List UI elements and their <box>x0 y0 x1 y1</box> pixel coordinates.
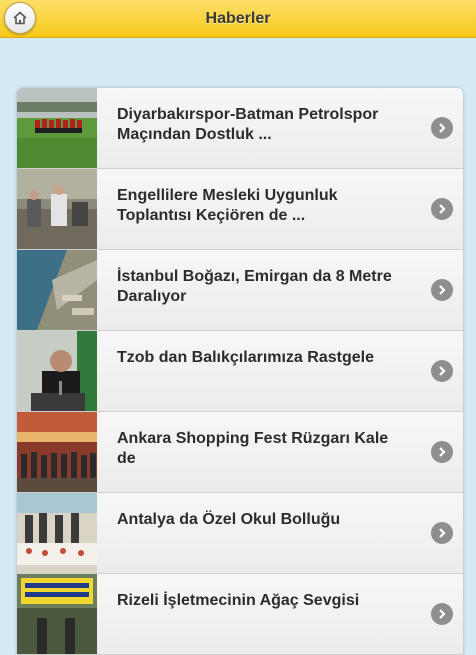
news-title: Ankara Shopping Fest Rüzgarı Kale de <box>117 430 389 467</box>
page-title: Haberler <box>205 9 271 27</box>
news-item[interactable]: Ankara Shopping Fest Rüzgarı Kale de <box>17 412 463 493</box>
news-item[interactable]: Engellilere Mesleki Uygunluk Toplantısı … <box>17 169 463 250</box>
news-item[interactable]: İstanbul Boğazı, Emirgan da 8 Metre Dara… <box>17 250 463 331</box>
chevron-right-icon <box>431 279 453 301</box>
news-thumbnail <box>17 331 97 411</box>
home-button[interactable] <box>4 2 36 34</box>
news-item[interactable]: Tzob dan Balıkçılarımıza Rastgele <box>17 331 463 412</box>
news-title: Tzob dan Balıkçılarımıza Rastgele <box>117 349 374 366</box>
app-header: Haberler <box>0 0 476 38</box>
news-title: İstanbul Boğazı, Emirgan da 8 Metre Dara… <box>117 268 392 305</box>
news-thumbnail <box>17 574 97 654</box>
news-title: Engellilere Mesleki Uygunluk Toplantısı … <box>117 187 338 224</box>
news-title: Rizeli İşletmecinin Ağaç Sevgisi <box>117 592 360 609</box>
news-item[interactable]: Antalya da Özel Okul Bolluğu <box>17 493 463 574</box>
news-title: Diyarbakırspor-Batman Petrolspor Maçında… <box>117 106 379 143</box>
chevron-right-icon <box>431 603 453 625</box>
news-list: Diyarbakırspor-Batman Petrolspor Maçında… <box>17 88 463 655</box>
news-thumbnail <box>17 412 97 492</box>
news-item[interactable]: Diyarbakırspor-Batman Petrolspor Maçında… <box>17 88 463 169</box>
home-icon <box>13 11 27 25</box>
news-item[interactable]: Rizeli İşletmecinin Ağaç Sevgisi <box>17 574 463 655</box>
news-thumbnail <box>17 250 97 330</box>
news-thumbnail <box>17 88 97 168</box>
chevron-right-icon <box>431 198 453 220</box>
news-thumbnail <box>17 169 97 249</box>
chevron-right-icon <box>431 522 453 544</box>
news-title: Antalya da Özel Okul Bolluğu <box>117 511 341 528</box>
chevron-right-icon <box>431 360 453 382</box>
chevron-right-icon <box>431 441 453 463</box>
news-thumbnail <box>17 493 97 573</box>
chevron-right-icon <box>431 117 453 139</box>
